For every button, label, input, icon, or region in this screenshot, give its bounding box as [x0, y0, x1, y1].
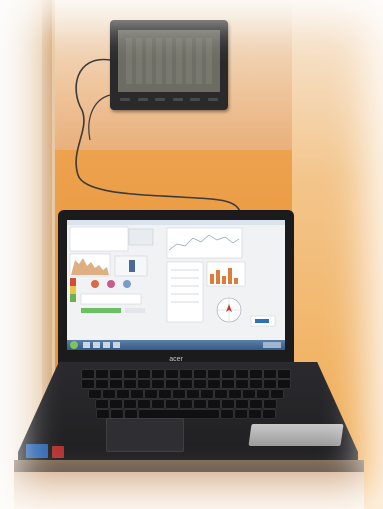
keyboard: [62, 370, 310, 420]
system-tray: [263, 342, 281, 348]
laptop-brand-logo: acer: [169, 356, 183, 363]
station-lcd: [126, 38, 212, 84]
touchpad: [106, 418, 184, 452]
shelf: [14, 460, 364, 472]
station-button: [137, 98, 148, 101]
taskbar-app-icon: [83, 342, 90, 348]
laptop-screen: [67, 220, 285, 350]
taskbar: [67, 340, 285, 350]
photo-scene: acer: [0, 0, 383, 509]
taskbar-app-icon: [103, 342, 110, 348]
cpu-sticker: [26, 444, 48, 458]
taskbar-app-icon: [113, 342, 120, 348]
taskbar-app-icon: [93, 342, 100, 348]
station-button: [155, 98, 166, 101]
gpu-sticker: [52, 446, 64, 458]
laptop-lid: acer: [58, 210, 294, 365]
station-screen: [118, 30, 220, 92]
start-button-icon: [70, 341, 78, 349]
screen-content: [67, 220, 285, 327]
station-buttons: [120, 98, 218, 104]
floor-area: [14, 472, 364, 509]
station-button: [207, 98, 218, 101]
palmrest-plate: [248, 424, 344, 446]
station-button: [120, 98, 130, 101]
station-button: [172, 98, 183, 101]
station-button: [190, 98, 201, 101]
weather-station-display: [110, 20, 228, 110]
